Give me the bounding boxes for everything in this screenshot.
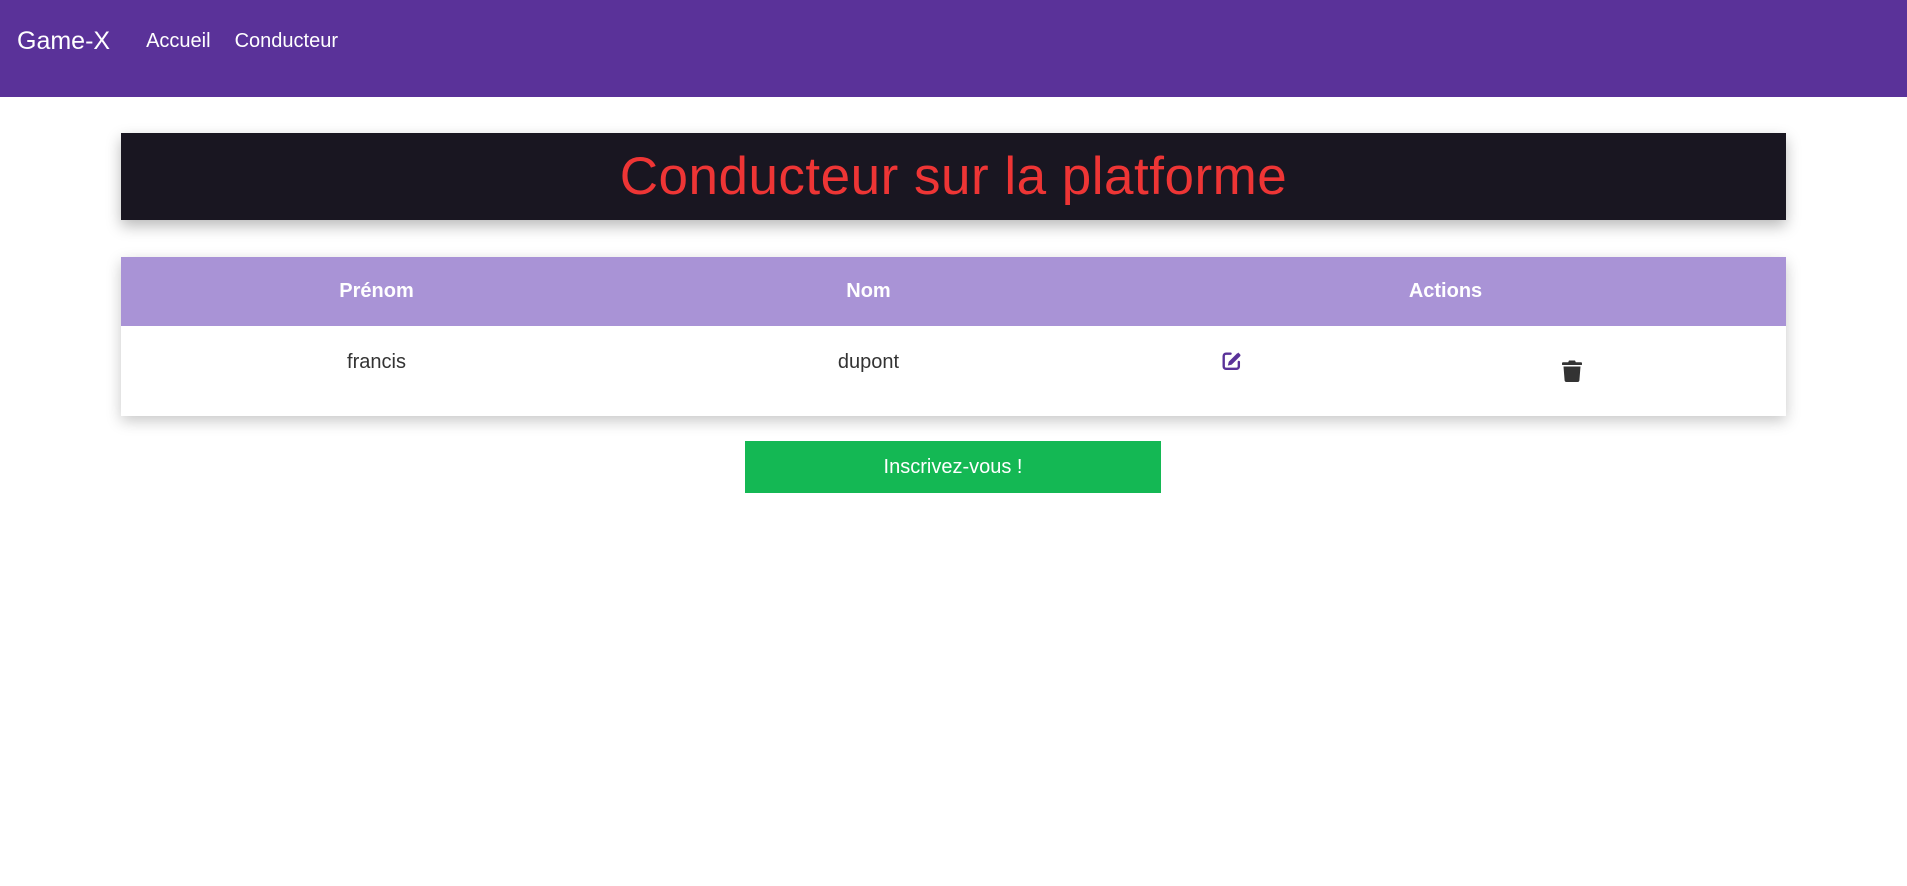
signup-button[interactable]: Inscrivez-vous ! — [745, 441, 1161, 493]
table-header-row: Prénom Nom Actions — [121, 257, 1786, 326]
column-header-prenom: Prénom — [339, 280, 414, 302]
title-banner: Conducteur sur la platforme — [121, 133, 1786, 220]
brand-link[interactable]: Game-X — [17, 27, 110, 56]
top-navbar: Game-X Accueil Conducteur — [0, 0, 1907, 97]
page-title: Conducteur sur la platforme — [619, 147, 1288, 206]
nav-link-conducteur[interactable]: Conducteur — [235, 30, 338, 53]
cell-nom: dupont — [837, 351, 900, 373]
trash-icon[interactable] — [1562, 360, 1582, 387]
trash-icon-graphic — [1562, 360, 1582, 382]
edit-icon-graphic — [1222, 352, 1241, 370]
nav-link-accueil[interactable]: Accueil — [146, 30, 210, 53]
cell-prenom: francis — [347, 351, 406, 373]
drivers-table: Prénom Nom Actions francis dupont — [121, 257, 1786, 416]
edit-icon[interactable] — [1220, 350, 1243, 377]
column-header-nom: Nom — [846, 280, 891, 302]
column-header-actions: Actions — [1408, 280, 1483, 302]
